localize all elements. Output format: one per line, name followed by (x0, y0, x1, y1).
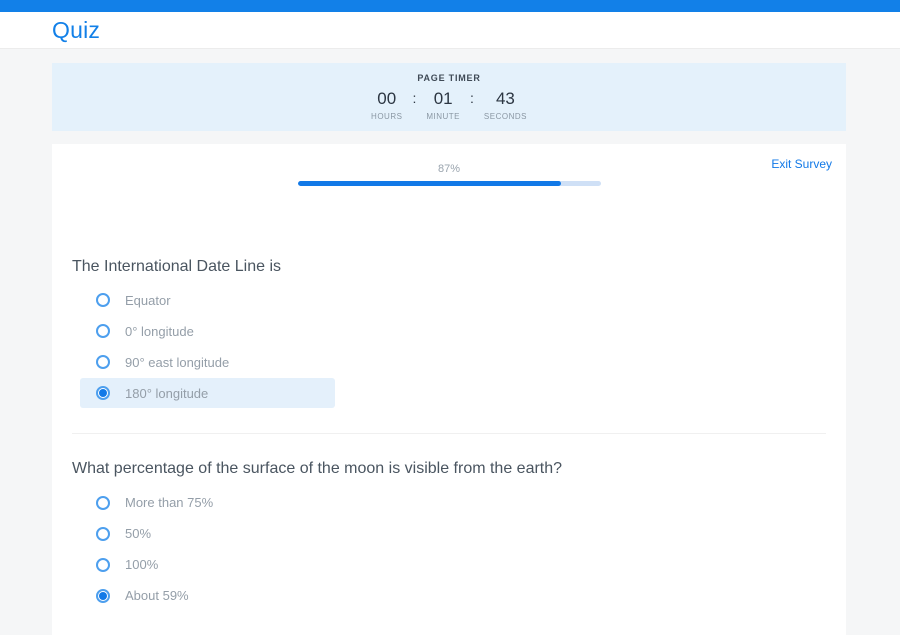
survey-card: Exit Survey 87% The International Date L… (52, 144, 846, 635)
question-title: What percentage of the surface of the mo… (72, 460, 826, 478)
progress-bar-track (298, 181, 601, 186)
radio-icon[interactable] (96, 324, 110, 338)
timer-separator: : (412, 90, 416, 106)
option-label: Equator (125, 293, 171, 308)
top-accent-bar (0, 0, 900, 12)
option-label: 100% (125, 557, 158, 572)
timer-hours: 00 HOURS (371, 89, 402, 121)
radio-icon[interactable] (96, 589, 110, 603)
timer-seconds-label: SECONDS (484, 112, 527, 121)
page-timer-panel: PAGE TIMER 00 HOURS : 01 MINUTE : 43 SEC… (52, 63, 846, 131)
timer-hours-digits: 00 (377, 89, 396, 109)
radio-icon[interactable] (96, 496, 110, 510)
radio-icon[interactable] (96, 386, 110, 400)
questions: The International Date Line is Equator 0… (52, 258, 846, 635)
option-label: 50% (125, 526, 151, 541)
question-section: What percentage of the surface of the mo… (72, 434, 826, 635)
option-row[interactable]: 0° longitude (80, 316, 335, 346)
page-title: Quiz (52, 17, 100, 44)
app-header: Quiz (0, 12, 900, 49)
option-row[interactable]: 180° longitude (80, 378, 335, 408)
radio-icon[interactable] (96, 355, 110, 369)
progress-area: 87% (298, 144, 601, 186)
exit-survey-link[interactable]: Exit Survey (771, 157, 832, 171)
timer-heading: PAGE TIMER (417, 73, 480, 83)
options-list: More than 75% 50% 100% About 59% (72, 488, 826, 611)
options-list: Equator 0° longitude 90° east longitude … (72, 285, 826, 408)
option-row[interactable]: More than 75% (80, 488, 335, 518)
timer-hours-label: HOURS (371, 112, 402, 121)
option-label: 180° longitude (125, 386, 208, 401)
option-row[interactable]: 50% (80, 519, 335, 549)
option-label: About 59% (125, 588, 189, 603)
option-row[interactable]: Equator (80, 285, 335, 315)
radio-icon[interactable] (96, 527, 110, 541)
progress-percent-label: 87% (298, 163, 601, 175)
timer-minute-digits: 01 (434, 89, 453, 109)
timer-seconds-digits: 43 (496, 89, 515, 109)
timer-seconds: 43 SECONDS (484, 89, 527, 121)
radio-icon[interactable] (96, 558, 110, 572)
progress-fill (298, 181, 562, 186)
timer-value: 00 HOURS : 01 MINUTE : 43 SECONDS (371, 89, 527, 121)
timer-minute: 01 MINUTE (426, 89, 460, 121)
timer-separator: : (470, 90, 474, 106)
option-label: More than 75% (125, 495, 213, 510)
option-label: 0° longitude (125, 324, 194, 339)
question-section: The International Date Line is Equator 0… (72, 258, 826, 434)
option-row[interactable]: 100% (80, 550, 335, 580)
radio-icon[interactable] (96, 293, 110, 307)
option-row[interactable]: 90° east longitude (80, 347, 335, 377)
timer-minute-label: MINUTE (426, 112, 460, 121)
option-row[interactable]: About 59% (80, 581, 335, 611)
question-title: The International Date Line is (72, 258, 826, 276)
option-label: 90° east longitude (125, 355, 229, 370)
content-container: PAGE TIMER 00 HOURS : 01 MINUTE : 43 SEC… (52, 63, 846, 635)
